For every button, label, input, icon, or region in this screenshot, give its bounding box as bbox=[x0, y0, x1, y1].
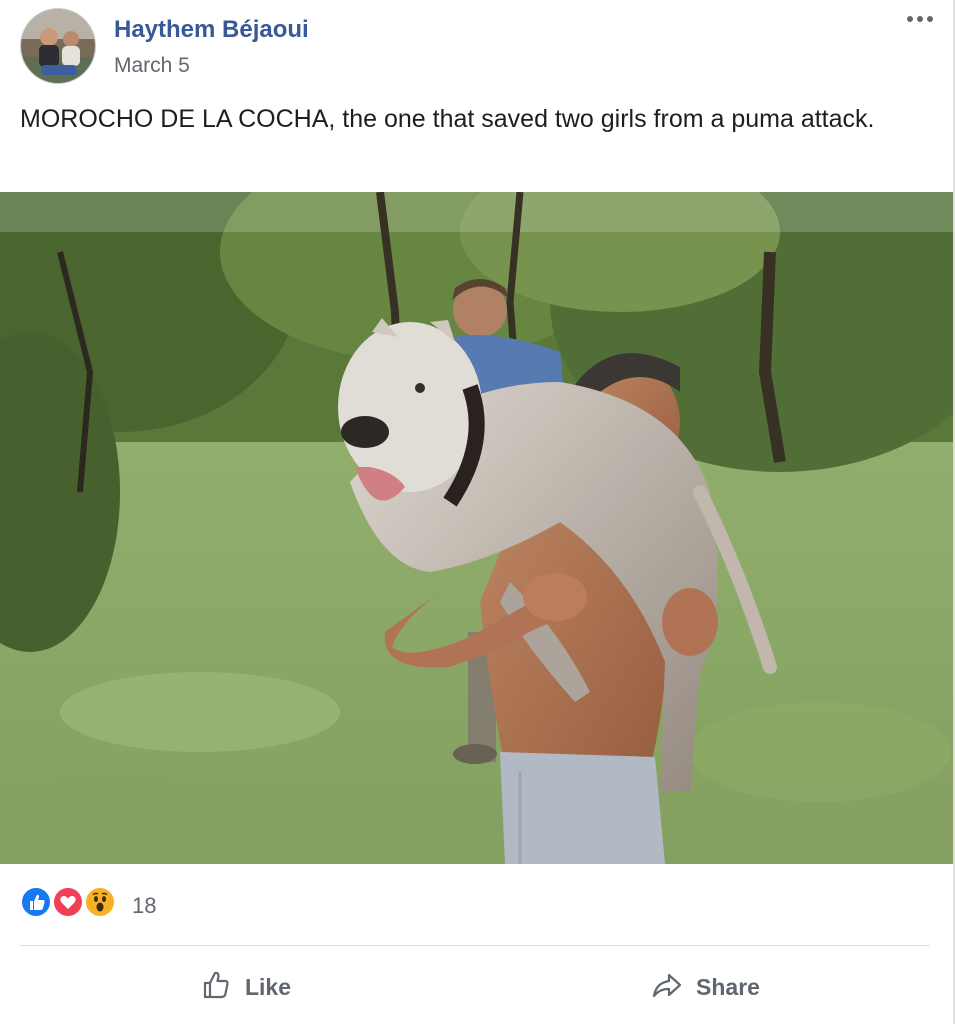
divider bbox=[20, 945, 930, 946]
thumbs-up-icon bbox=[199, 968, 233, 1007]
post-photo[interactable] bbox=[0, 192, 953, 864]
post-header: Haythem Béjaoui March 5 bbox=[20, 8, 940, 88]
share-icon bbox=[650, 968, 684, 1007]
post-date[interactable]: March 5 bbox=[114, 54, 190, 78]
share-label: Share bbox=[696, 973, 760, 1000]
like-button[interactable]: Like bbox=[25, 958, 465, 1016]
photo-image bbox=[0, 192, 953, 864]
post-text: MOROCHO DE LA COCHA, the one that saved … bbox=[20, 105, 875, 133]
avatar[interactable] bbox=[20, 8, 96, 84]
avatar-photo bbox=[21, 9, 95, 83]
post-card: Haythem Béjaoui March 5 MOROCHO DE LA CO… bbox=[0, 0, 955, 1024]
reactions-bar[interactable]: 18 bbox=[20, 882, 320, 922]
reaction-count[interactable]: 18 bbox=[132, 893, 156, 919]
wow-icon bbox=[84, 886, 116, 918]
like-icon bbox=[20, 886, 52, 918]
more-options-icon[interactable] bbox=[898, 4, 942, 34]
like-label: Like bbox=[244, 973, 292, 1000]
love-icon bbox=[52, 886, 84, 918]
author-name[interactable]: Haythem Béjaoui bbox=[114, 16, 309, 44]
share-button[interactable]: Share bbox=[485, 958, 925, 1016]
